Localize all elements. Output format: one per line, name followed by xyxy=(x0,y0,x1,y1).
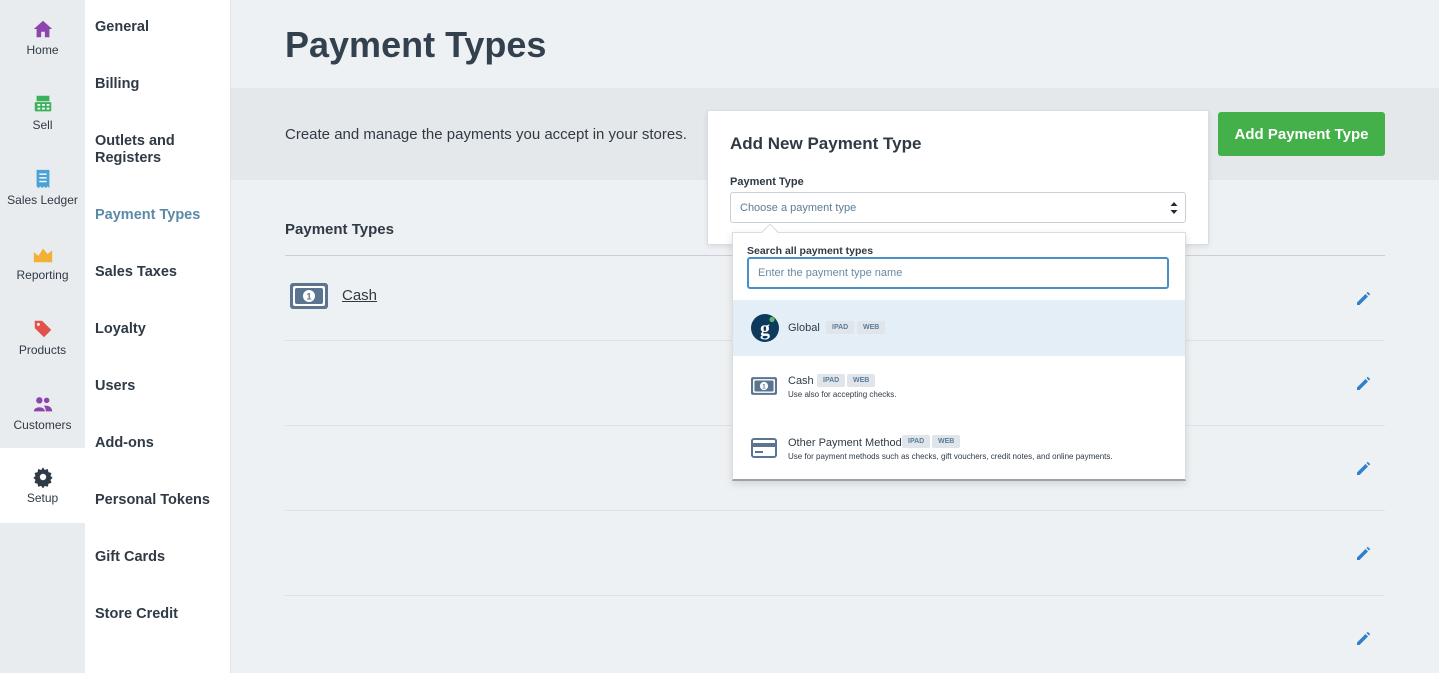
badge-web: WEB xyxy=(847,374,876,387)
nav-label: Sell xyxy=(32,118,53,132)
option-name: Global xyxy=(788,322,820,334)
badge-ipad: IPAD xyxy=(817,374,846,387)
edit-pencil-icon[interactable] xyxy=(1355,461,1371,477)
subnav-item-users[interactable]: Users xyxy=(95,378,225,395)
option-name: Cash xyxy=(788,375,814,387)
option-cash[interactable]: 1 Cash IPAD WEB Use also for accepting c… xyxy=(733,356,1185,417)
option-global[interactable]: g Global IPAD WEB xyxy=(733,300,1185,356)
list-title: Payment Types xyxy=(285,221,394,238)
cash-icon: 1 xyxy=(290,283,328,309)
nav-label: Products xyxy=(18,343,67,357)
option-description: Use for payment methods such as checks, … xyxy=(788,452,1113,461)
select-placeholder: Choose a payment type xyxy=(740,202,857,214)
edit-pencil-icon[interactable] xyxy=(1355,631,1371,647)
badge-ipad: IPAD xyxy=(902,435,931,448)
svg-text:1: 1 xyxy=(762,383,766,390)
row-divider xyxy=(285,595,1385,596)
row-divider xyxy=(285,510,1385,511)
edit-pencil-icon[interactable] xyxy=(1355,291,1371,307)
option-name: Other Payment Method xyxy=(788,437,902,449)
payment-type-search-input[interactable] xyxy=(747,257,1169,289)
setup-subnav: General Billing Outlets and Registers Pa… xyxy=(85,0,231,673)
people-icon xyxy=(33,397,52,412)
nav-item-customers[interactable]: Customers xyxy=(0,375,85,450)
global-logo-icon: g xyxy=(751,314,779,342)
nav-item-home[interactable]: Home xyxy=(0,0,85,75)
page-title: Payment Types xyxy=(285,24,547,65)
subnav-item-loyalty[interactable]: Loyalty xyxy=(95,321,225,338)
subnav-item-outlets-and-registers[interactable]: Outlets and Registers xyxy=(95,133,225,167)
chart-icon xyxy=(33,248,52,263)
page-description: Create and manage the payments you accep… xyxy=(285,126,687,143)
nav-item-products[interactable]: Products xyxy=(0,300,85,375)
register-icon xyxy=(34,95,51,112)
receipt-icon xyxy=(36,169,49,189)
payment-type-link-cash[interactable]: Cash xyxy=(342,287,377,304)
dropdown-search-label: Search all payment types xyxy=(747,245,874,257)
nav-item-reporting[interactable]: Reporting xyxy=(0,225,85,300)
gear-icon xyxy=(32,467,53,488)
svg-text:g: g xyxy=(760,318,770,340)
edit-pencil-icon[interactable] xyxy=(1355,376,1371,392)
nav-item-sales-ledger[interactable]: Sales Ledger xyxy=(0,150,85,225)
subnav-item-general[interactable]: General xyxy=(95,19,225,36)
subnav-item-payment-types[interactable]: Payment Types xyxy=(95,207,225,224)
subnav-item-store-credit[interactable]: Store Credit xyxy=(95,606,225,623)
cash-icon: 1 xyxy=(751,377,777,395)
home-icon xyxy=(33,20,52,38)
nav-label: Setup xyxy=(26,491,59,505)
nav-item-setup[interactable]: Setup xyxy=(0,448,85,523)
select-arrows-icon xyxy=(1170,202,1178,214)
nav-label: Home xyxy=(26,43,59,57)
subnav-item-add-ons[interactable]: Add-ons xyxy=(95,435,225,452)
badge-web: WEB xyxy=(857,321,886,334)
subnav-item-personal-tokens[interactable]: Personal Tokens xyxy=(95,492,225,509)
modal-title: Add New Payment Type xyxy=(730,134,922,153)
svg-text:1: 1 xyxy=(306,292,311,302)
badge-web: WEB xyxy=(932,435,961,448)
nav-item-sell[interactable]: Sell xyxy=(0,75,85,150)
option-description: Use also for accepting checks. xyxy=(788,390,897,399)
subnav-item-billing[interactable]: Billing xyxy=(95,76,225,93)
payment-type-field-label: Payment Type xyxy=(730,176,804,188)
nav-label: Reporting xyxy=(16,268,69,282)
primary-nav: Home Sell Sales Ledger Reporting Product… xyxy=(0,0,85,673)
add-payment-type-button[interactable]: Add Payment Type xyxy=(1218,112,1385,156)
tag-icon xyxy=(34,320,51,338)
badge-ipad: IPAD xyxy=(826,321,855,334)
option-other-payment-method[interactable]: Other Payment Method IPAD WEB Use for pa… xyxy=(733,417,1185,479)
credit-card-icon xyxy=(751,438,777,458)
nav-label: Sales Ledger xyxy=(7,193,78,207)
edit-pencil-icon[interactable] xyxy=(1355,546,1371,562)
nav-label: Customers xyxy=(13,418,72,432)
subnav-item-gift-cards[interactable]: Gift Cards xyxy=(95,549,225,566)
subnav-item-sales-taxes[interactable]: Sales Taxes xyxy=(95,264,225,281)
payment-type-select[interactable]: Choose a payment type xyxy=(730,192,1186,223)
